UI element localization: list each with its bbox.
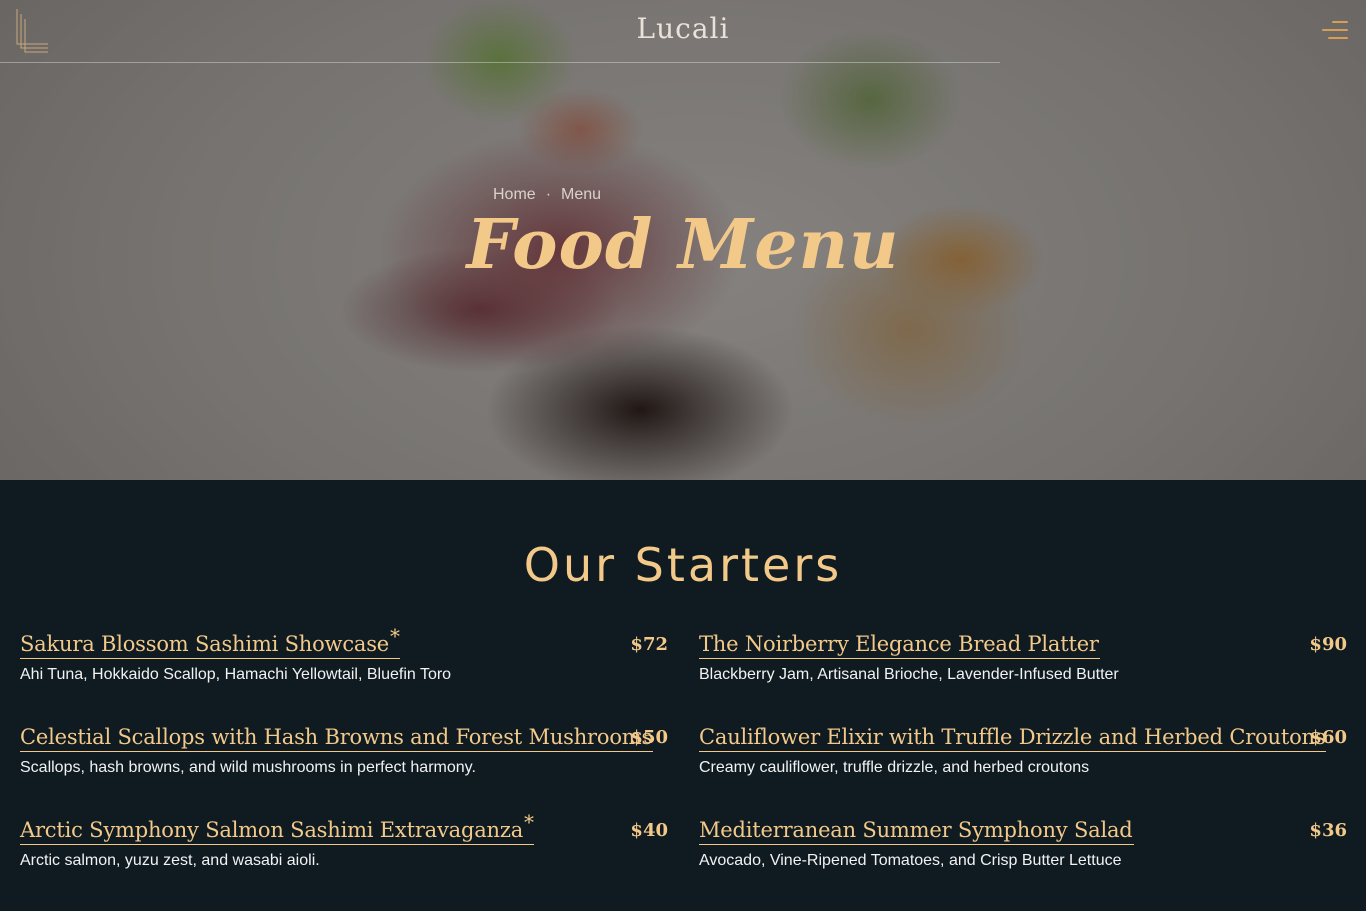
menu-item: Cauliflower Elixir with Truffle Drizzle …: [699, 725, 1347, 777]
menu-item: Sakura Blossom Sashimi Showcase* $72 Ahi…: [20, 624, 668, 684]
breadcrumb-current: Menu: [561, 186, 602, 203]
hamburger-menu-icon[interactable]: [1322, 20, 1348, 44]
menu-item-description: Avocado, Vine-Ripened Tomatoes, and Cris…: [699, 852, 1122, 869]
page-title: Food Menu: [466, 205, 900, 285]
menu-item-name[interactable]: Mediterranean Summer Symphony Salad: [699, 818, 1134, 845]
menu-item-description: Ahi Tuna, Hokkaido Scallop, Hamachi Yell…: [20, 666, 452, 683]
breadcrumb-home-link[interactable]: Home: [493, 186, 536, 204]
menu-item: Celestial Scallops with Hash Browns and …: [20, 725, 668, 777]
menu-item-name[interactable]: The Noirberry Elegance Bread Platter: [699, 632, 1100, 659]
menu-item-price: $60: [1309, 727, 1347, 748]
header-divider: [0, 62, 1000, 63]
menu-item-price: $90: [1309, 634, 1347, 655]
menu-item-name[interactable]: Celestial Scallops with Hash Browns and …: [20, 725, 654, 752]
site-name[interactable]: Lucali: [0, 12, 1366, 45]
section-title: Our Starters: [523, 538, 843, 592]
menu-item: The Noirberry Elegance Bread Platter $90…: [699, 632, 1347, 684]
chef-special-star: *: [524, 810, 534, 834]
hero-banner: Lucali Home · Menu Food Menu: [0, 0, 1366, 480]
menu-item-description: Arctic salmon, yuzu zest, and wasabi aio…: [20, 852, 320, 869]
menu-item-name[interactable]: Arctic Symphony Salmon Sashimi Extravaga…: [20, 810, 534, 845]
menu-item-price: $40: [630, 820, 668, 841]
menu-item-description: Blackberry Jam, Artisanal Brioche, Laven…: [699, 666, 1119, 683]
menu-item-description: Scallops, hash browns, and wild mushroom…: [20, 759, 476, 776]
chef-special-star: *: [390, 624, 400, 648]
menu-item-price: $36: [1309, 820, 1347, 841]
menu-item-name[interactable]: Cauliflower Elixir with Truffle Drizzle …: [699, 725, 1327, 752]
menu-item: Mediterranean Summer Symphony Salad $36 …: [699, 818, 1347, 870]
breadcrumb: Home · Menu: [493, 186, 601, 204]
menu-item-price: $50: [630, 727, 668, 748]
menu-item-name[interactable]: Sakura Blossom Sashimi Showcase*: [20, 624, 400, 659]
menu-item-price: $72: [630, 634, 668, 655]
menu-item-description: Creamy cauliflower, truffle drizzle, and…: [699, 759, 1090, 776]
menu-item: Arctic Symphony Salmon Sashimi Extravaga…: [20, 810, 668, 870]
breadcrumb-separator: ·: [545, 186, 552, 203]
